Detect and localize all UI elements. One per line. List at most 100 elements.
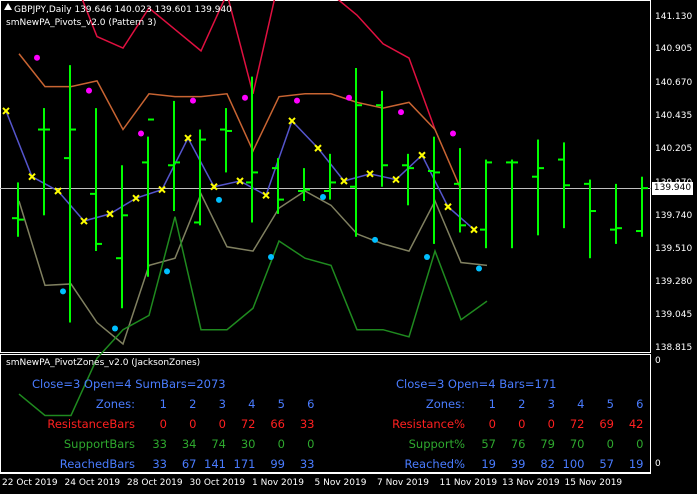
price-axis-label: 138.815 [655,343,693,353]
time-axis-label: 24 Oct 2019 [64,478,121,488]
reached-row-value: 33 [299,457,315,471]
resistance-row-label: Resistance% [392,417,465,431]
support-dot [424,254,430,261]
reached-row-value: 39 [510,457,526,471]
reached-row-value: 67 [181,457,197,471]
reached-row-value: 100 [562,457,585,471]
reached-row-value: 19 [481,457,496,471]
pivot-line [5,110,475,231]
r1-line [18,53,462,190]
support-row-value: 34 [181,437,197,451]
resistance-row-value: 66 [270,417,285,431]
resistance-row-value: 0 [189,417,197,431]
price-axis-label: 139.740 [655,210,693,221]
resistance-dot [34,54,40,61]
zones-row-value: 3 [547,397,555,411]
price-axis-label: 140.905 [655,44,693,55]
subwindow-frame [0,354,651,473]
reached-row-value: 82 [540,457,555,471]
zones-row-value: 2 [189,397,197,411]
reached-row-value: 141 [204,457,226,471]
resistance-row-value: 0 [518,417,526,431]
support-row-label: Support% [408,437,465,451]
zones-row-value: 6 [307,397,315,411]
price-axis-label: 140.670 [655,77,693,88]
pivot-marker [184,134,192,142]
resistance-row-value: 0 [218,417,226,431]
reached-row-value: 33 [152,457,167,471]
resistance-row-value: 0 [547,417,555,431]
symbol-header: GBPJPY,Daily 139.646 140.023 139.601 139… [14,5,232,15]
resistance-dot [450,130,456,137]
zones-row-value: 1 [159,397,167,411]
zones-row-value: 4 [248,397,256,411]
pivot-marker [470,225,478,234]
resistance-row-value: 33 [299,417,315,431]
subwindow-scale-top: 0 [655,356,661,366]
symbol-arrow-icon[interactable] [4,3,12,10]
support-dot [164,268,170,275]
main-window-frame [0,0,651,353]
symbol-header-text: GBPJPY,Daily 139.646 140.023 139.601 139… [14,5,232,15]
price-axis-label: 141.130 [655,12,693,22]
price-axis-label: 139.280 [655,276,693,287]
reached-row-label: Reached% [404,457,465,471]
resistance-row-label: ResistanceBars [47,417,135,431]
reached-row-label: ReachedBars [59,457,135,471]
main-indicator-title: smNewPA_Pivots_v2.0 (Pattern 3) [6,18,157,28]
resistance-row-value: 0 [488,417,496,431]
reached-row-value: 99 [270,457,285,471]
time-axis-label: 5 Nov 2019 [314,478,367,488]
price-axis-label: 139.045 [655,310,693,321]
price-axis-label: 140.435 [655,111,693,122]
support-row-value: 0 [606,437,614,451]
resistance-dot [190,97,196,104]
pivot-marker [28,173,36,181]
price-axis-label: 140.205 [655,144,693,155]
resistance-row-value: 72 [569,417,585,431]
time-axis-label: 30 Oct 2019 [189,478,246,488]
resistance-row-value: 0 [159,417,167,431]
current-price-badge: 139.940 [652,182,693,195]
zones-row-label: Zones: [425,397,465,411]
support-row-value: 33 [152,437,167,451]
time-axis-label: 7 Nov 2019 [377,478,429,488]
resistance-dot [86,87,92,94]
support-row-value: 0 [307,437,315,451]
reached-row-value: 57 [599,457,614,471]
support-dot [476,265,482,272]
time-axis-label: 1 Nov 2019 [252,478,304,488]
support-row-value: 0 [277,437,285,451]
resistance-dot [242,94,248,101]
support-row-label: SupportBars [63,437,135,451]
support-dot [320,194,326,201]
subwindow-scale-bottom: 0 [655,459,661,469]
resistance-row-value: 69 [599,417,614,431]
zones-row-value: 3 [218,397,226,411]
reached-row-value: 19 [628,457,644,471]
subwindow-title: smNewPA_PivotZones_v2.0 (JacksonZones) [6,358,201,368]
right-summary: Close=3 Open=4 Bars=171 [396,377,557,391]
support-row-value: 0 [636,437,644,451]
zones-row-value: 5 [277,397,285,411]
time-axis-label: 28 Oct 2019 [127,478,183,488]
support-row-value: 79 [540,437,555,451]
pivot-marker [314,144,322,152]
resistance-dot [346,94,352,101]
support-dot [216,196,222,203]
support-dot [60,288,66,295]
time-axis-label: 13 Nov 2019 [502,478,560,488]
resistance-row-value: 72 [240,417,256,431]
price-axis-label: 139.510 [655,243,693,254]
left-summary: Close=3 Open=4 SumBars=2073 [32,377,226,391]
support-row-value: 57 [481,437,496,451]
resistance-dot [398,109,404,116]
zones-row-label: Zones: [95,397,135,411]
resistance-dot [138,130,144,137]
pivot-marker [2,107,10,115]
zones-row-value: 6 [636,397,644,411]
support-row-value: 30 [240,437,256,451]
pivot-marker [444,203,452,211]
support-dot [112,325,118,332]
time-axis-label: 22 Oct 2019 [2,478,58,488]
